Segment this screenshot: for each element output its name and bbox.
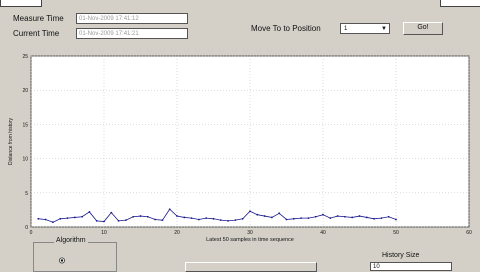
x-tick-label: 20 bbox=[174, 230, 180, 236]
data-point bbox=[329, 217, 332, 220]
y-tick-label: 15 bbox=[22, 122, 28, 128]
data-point bbox=[249, 210, 251, 213]
data-point bbox=[110, 211, 113, 214]
data-point bbox=[161, 219, 164, 222]
data-point bbox=[278, 212, 281, 215]
data-point bbox=[52, 221, 54, 224]
position-select-value: 1 bbox=[344, 26, 348, 32]
x-axis-label: Latest 50 samples in time sequence bbox=[206, 237, 294, 243]
x-tick-label: 40 bbox=[320, 230, 326, 236]
y-tick-label: 20 bbox=[22, 88, 28, 94]
data-point bbox=[344, 215, 346, 218]
data-point bbox=[307, 217, 310, 220]
x-tick-label: 60 bbox=[466, 230, 472, 236]
data-point bbox=[387, 215, 390, 218]
data-point bbox=[205, 217, 208, 220]
data-point bbox=[271, 216, 273, 219]
data-point bbox=[190, 217, 193, 220]
data-point bbox=[241, 217, 244, 220]
plot-frame bbox=[30, 55, 470, 228]
data-point bbox=[117, 219, 120, 222]
history-size-label: History Size bbox=[382, 252, 420, 259]
data-point bbox=[322, 213, 324, 216]
algorithm-radio[interactable] bbox=[58, 251, 68, 264]
action-button[interactable] bbox=[185, 262, 317, 272]
data-point bbox=[44, 218, 47, 221]
data-point bbox=[88, 211, 91, 213]
data-point bbox=[66, 217, 69, 220]
top-field-left bbox=[0, 0, 42, 7]
move-to-position-label: Move To to Position bbox=[251, 24, 321, 33]
y-tick-label: 25 bbox=[22, 54, 28, 60]
data-point bbox=[234, 219, 237, 222]
data-point bbox=[132, 215, 135, 218]
current-time-label: Current Time bbox=[13, 29, 60, 38]
y-axis-label: Distance from history bbox=[8, 118, 14, 165]
data-point bbox=[256, 213, 259, 216]
data-point bbox=[73, 216, 76, 219]
x-tick-label: 30 bbox=[247, 230, 253, 236]
position-select[interactable]: 1 ▼ bbox=[340, 23, 390, 34]
measure-time-label: Measure Time bbox=[13, 14, 64, 23]
distance-chart: 0 5 10 15 20 25 0 10 20 30 40 50 60 Latest 50 samples… bbox=[8, 54, 472, 243]
data-point bbox=[380, 217, 383, 220]
data-point bbox=[154, 218, 157, 221]
data-point bbox=[81, 215, 83, 218]
top-field-right bbox=[440, 0, 480, 7]
data-point bbox=[263, 215, 266, 217]
y-tick-label: 5 bbox=[25, 191, 28, 197]
data-point bbox=[314, 215, 317, 218]
data-point bbox=[176, 215, 178, 217]
algorithm-label: Algorithm bbox=[54, 237, 88, 244]
data-point bbox=[351, 216, 354, 219]
current-time-field[interactable]: 01-Nov-2009 17:41:21 bbox=[76, 28, 188, 39]
data-point bbox=[212, 217, 215, 220]
data-point bbox=[336, 215, 339, 217]
data-point bbox=[37, 217, 40, 220]
data-point bbox=[103, 220, 105, 223]
data-point bbox=[285, 218, 288, 221]
y-tick-label: 10 bbox=[22, 157, 28, 163]
data-point bbox=[95, 219, 98, 222]
data-point bbox=[365, 216, 368, 219]
go-button[interactable]: Go! bbox=[403, 22, 443, 35]
data-point bbox=[59, 217, 62, 220]
measure-time-field[interactable]: 01-Nov-2009 17:41:12 bbox=[76, 13, 188, 24]
chart-area: 0 5 10 15 20 25 0 10 20 30 40 50 60 Latest 50 samples… bbox=[0, 52, 480, 247]
data-point bbox=[125, 219, 127, 222]
x-tick-label: 0 bbox=[30, 230, 33, 236]
data-point bbox=[146, 215, 149, 218]
data-point bbox=[183, 216, 186, 219]
chevron-down-icon: ▼ bbox=[381, 26, 387, 32]
data-point bbox=[373, 217, 375, 220]
data-point bbox=[139, 215, 142, 217]
algorithm-group bbox=[33, 242, 117, 272]
data-point bbox=[168, 208, 171, 211]
data-point bbox=[292, 217, 295, 220]
data-point bbox=[198, 218, 200, 221]
data-point bbox=[227, 219, 230, 222]
data-point bbox=[395, 218, 397, 221]
y-tick-label: 0 bbox=[25, 225, 28, 231]
x-tick-label: 50 bbox=[393, 230, 399, 236]
data-point bbox=[219, 219, 222, 222]
data-point bbox=[300, 217, 302, 220]
x-tick-label: 10 bbox=[101, 230, 107, 236]
data-point bbox=[358, 215, 361, 217]
